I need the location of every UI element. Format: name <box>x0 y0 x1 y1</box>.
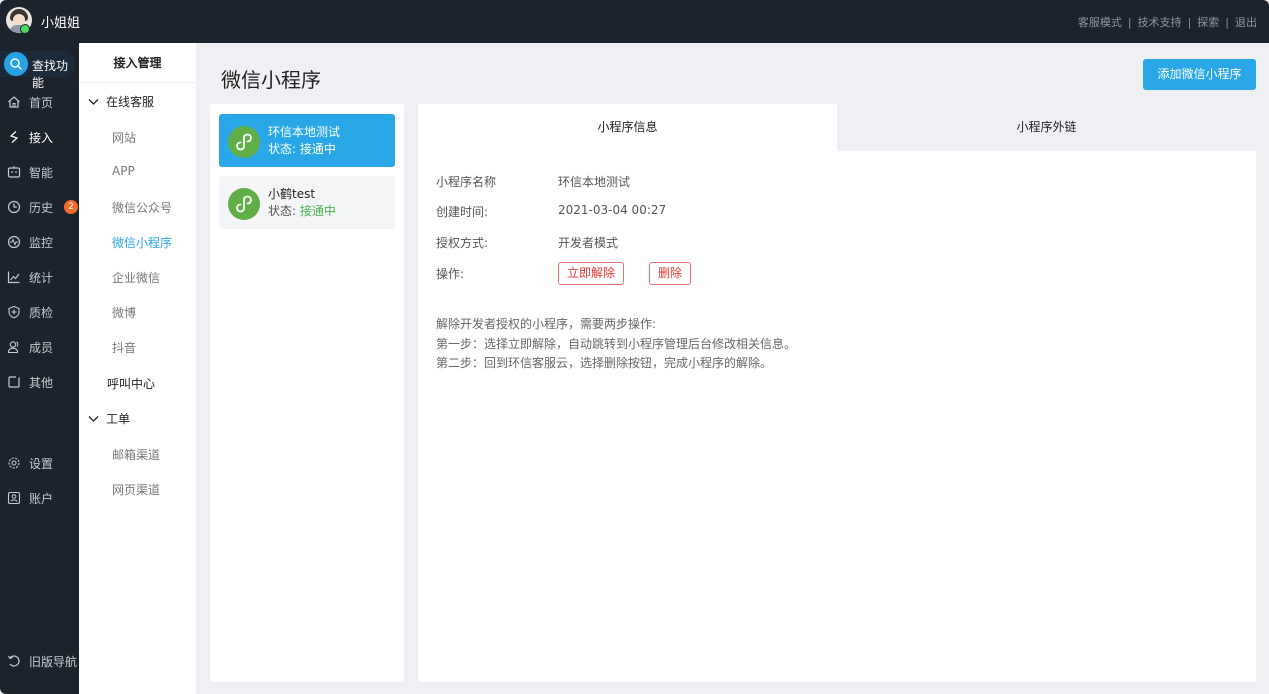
top-bar: 小姐姐 客服模式 | 技术支持 | 探索 | 退出 <box>0 0 1269 43</box>
search-function-label: 查找功能 <box>32 59 69 90</box>
info-name-value: 环信本地测试 <box>558 175 631 189</box>
page-title: 微信小程序 <box>221 68 321 92</box>
instruction-text: 第二步：回到环信客服云，选择删除按钮，完成小程序的解除。 <box>436 356 773 370</box>
nav-label: 智能 <box>29 166 54 180</box>
nav-label: 旧版导航 <box>29 655 78 669</box>
monitor-icon <box>7 235 21 249</box>
add-miniprogram-button[interactable]: 添加微信小程序 <box>1143 59 1256 90</box>
quality-icon <box>8 305 20 319</box>
miniprogram-detail: 小程序信息 小程序外链 小程序名称 环信本地测试 创建时间: 2021-03-0… <box>418 104 1256 682</box>
top-links: 客服模式 | 技术支持 | 探索 | 退出 <box>1077 16 1257 29</box>
other-icon <box>8 376 20 388</box>
link-service-mode[interactable]: 客服模式 <box>1078 16 1122 29</box>
miniprogram-name: 小鹤test <box>268 187 316 201</box>
username: 小姐姐 <box>41 16 81 31</box>
subnav-item-website[interactable]: 网站 <box>112 129 136 146</box>
tab-miniprogram-info[interactable]: 小程序信息 <box>418 104 837 151</box>
subnav-title: 接入管理 <box>79 43 196 83</box>
nav-label: 成员 <box>29 341 54 355</box>
search-icon <box>4 52 28 76</box>
nav-other[interactable]: 其他 <box>0 372 79 392</box>
nav-label: 账户 <box>29 492 54 506</box>
nav-stats[interactable]: 统计 <box>0 267 79 287</box>
nav-label: 监控 <box>29 236 54 250</box>
nav-label: 统计 <box>29 271 54 285</box>
access-icon <box>9 131 19 143</box>
nav-label: 历史 <box>29 201 54 215</box>
nav-account[interactable]: 账户 <box>0 488 79 508</box>
nav-settings[interactable]: 设置 <box>0 453 79 473</box>
subnav-group-label: 呼叫中心 <box>107 377 156 391</box>
info-auth-value: 开发者模式 <box>558 236 619 250</box>
miniprogram-card[interactable]: 小鹤test 状态: 接通中 <box>219 176 395 229</box>
stats-icon <box>7 271 20 284</box>
miniprogram-logo-icon <box>228 126 260 158</box>
info-created-value: 2021-03-04 00:27 <box>558 203 667 217</box>
subnav-item-wecom[interactable]: 企业微信 <box>112 269 160 286</box>
miniprogram-status: 状态: 接通中 <box>268 204 336 218</box>
nav-monitor[interactable]: 监控 <box>0 232 79 252</box>
members-icon <box>7 341 19 354</box>
subnav-group-ticket[interactable]: 工单 <box>88 410 130 427</box>
home-icon <box>8 96 20 108</box>
instruction-text: 解除开发者授权的小程序，需要两步操作: <box>436 317 657 331</box>
subnav-item-weibo[interactable]: 微博 <box>112 304 136 321</box>
sub-nav: 接入管理 在线客服 网站 APP 微信公众号 微信小程序 企业微信 微博 抖音 … <box>79 43 196 694</box>
miniprogram-logo-icon <box>228 188 260 220</box>
chevron-down-icon <box>88 95 100 109</box>
nav-label: 接入 <box>29 131 54 145</box>
back-arrow-icon <box>8 655 20 667</box>
subnav-item-wechat-miniprogram[interactable]: 微信小程序 <box>112 234 172 251</box>
nav-members[interactable]: 成员 <box>0 337 79 357</box>
nav-home[interactable]: 首页 <box>0 92 79 112</box>
search-function-button[interactable]: 查找功能 <box>0 51 79 90</box>
link-explore[interactable]: 探索 <box>1197 16 1219 29</box>
nav-label: 其他 <box>29 376 54 390</box>
nav-label: 质检 <box>29 306 54 320</box>
info-auth-label: 授权方式: <box>436 236 489 250</box>
subnav-group-online-service[interactable]: 在线客服 <box>88 93 154 110</box>
subnav-item-app[interactable]: APP <box>112 164 135 178</box>
account-icon <box>7 491 21 505</box>
nav-old-navigation[interactable]: 旧版导航 <box>0 651 79 671</box>
subnav-item-web-channel[interactable]: 网页渠道 <box>112 481 160 498</box>
miniprogram-card[interactable]: 环信本地测试 状态: 接通中 <box>219 114 395 167</box>
release-now-button[interactable]: 立即解除 <box>558 262 625 285</box>
nav-label: 设置 <box>29 457 54 471</box>
robot-icon <box>7 166 21 178</box>
nav-access[interactable]: 接入 <box>0 127 79 147</box>
subnav-item-douyin[interactable]: 抖音 <box>112 339 136 356</box>
subnav-group-call-center[interactable]: 呼叫中心 <box>107 375 155 392</box>
gear-icon <box>8 457 20 469</box>
subnav-item-email-channel[interactable]: 邮箱渠道 <box>112 446 160 463</box>
info-name-label: 小程序名称 <box>436 175 497 189</box>
miniprogram-list: 环信本地测试 状态: 接通中 小鹤test 状态: 接通中 <box>210 104 404 682</box>
subnav-group-label: 在线客服 <box>106 95 155 109</box>
nav-history[interactable]: 历史 2 <box>0 197 79 217</box>
tab-miniprogram-link[interactable]: 小程序外链 <box>837 104 1256 151</box>
info-created-label: 创建时间: <box>436 205 489 219</box>
clock-icon <box>7 200 21 214</box>
nav-smart[interactable]: 智能 <box>0 162 79 182</box>
miniprogram-name: 环信本地测试 <box>268 125 341 139</box>
nav-label: 首页 <box>29 96 54 110</box>
app-window: 小姐姐 客服模式 | 技术支持 | 探索 | 退出 查找功能 首页 接入 智能 历史 <box>0 0 1269 694</box>
online-status-dot <box>20 24 30 34</box>
instruction-text: 第一步：选择立即解除，自动跳转到小程序管理后台修改相关信息。 <box>436 337 797 351</box>
link-logout[interactable]: 退出 <box>1235 16 1257 29</box>
subnav-item-wechat-official[interactable]: 微信公众号 <box>112 199 172 216</box>
history-badge: 2 <box>64 200 78 214</box>
info-ops-label: 操作: <box>436 267 465 281</box>
left-nav: 查找功能 首页 接入 智能 历史 2 监控 统计 质检 成员 其他 设置 账户 … <box>0 43 79 694</box>
nav-quality[interactable]: 质检 <box>0 302 79 322</box>
miniprogram-status: 状态: 接通中 <box>268 142 336 156</box>
chevron-down-icon <box>88 412 100 426</box>
link-tech-support[interactable]: 技术支持 <box>1138 16 1182 29</box>
delete-button[interactable]: 删除 <box>649 262 692 285</box>
subnav-group-label: 工单 <box>106 412 131 426</box>
